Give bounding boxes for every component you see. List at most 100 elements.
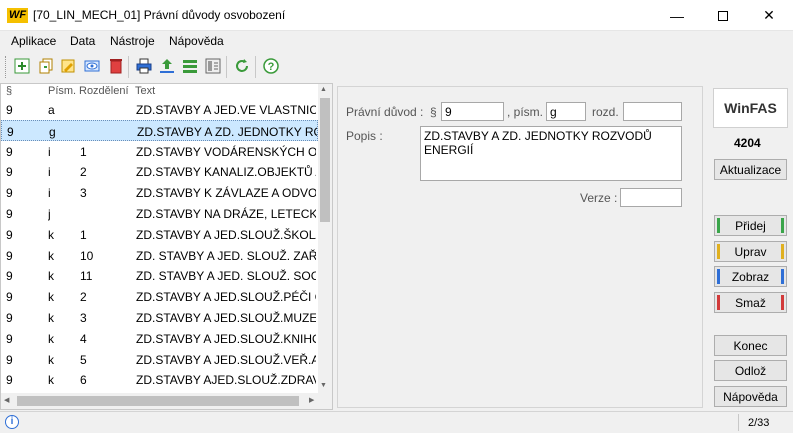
table-row[interactable]: 9 i 1 ZD.STAVBY VODÁRENSKÝCH OBJEKT — [1, 141, 318, 162]
cell-rozdeleni: 2 — [80, 290, 87, 305]
table-row[interactable]: 9 k 5 ZD.STAVBY A JED.SLOUŽ.VEŘ.ARCHI — [1, 349, 318, 370]
uprav-label: Uprav — [734, 244, 767, 259]
smaz-button[interactable]: Smaž — [714, 292, 787, 313]
menu-napoveda[interactable]: Nápověda — [169, 34, 224, 48]
toolbar-separator — [128, 56, 129, 78]
verze-field[interactable] — [620, 188, 682, 207]
table-row[interactable]: 9 k 4 ZD.STAVBY A JED.SLOUŽ.KNIHOVNÁ — [1, 328, 318, 349]
column-header-text[interactable]: Text — [135, 84, 155, 99]
cell-rozdeleni: 1 — [80, 227, 87, 242]
table-row[interactable]: 9 j ZD.STAVBY NA DRÁZE, LETECKÉ, VO — [1, 203, 318, 224]
cell-paragraph: 9 — [6, 352, 13, 367]
rozd-label: rozd. — [592, 105, 619, 119]
column-header-paragraph[interactable]: § — [6, 84, 12, 99]
paragraph-sign-label: § — [430, 105, 437, 119]
aktualizace-button[interactable]: Aktualizace — [714, 159, 787, 180]
table-row[interactable]: 9 i 2 ZD.STAVBY KANALIZ.OBJEKTŮ A ČIS — [1, 161, 318, 182]
print-icon[interactable] — [134, 56, 154, 76]
column-header-rozdeleni[interactable]: Rozdělení — [79, 84, 129, 99]
column-header-pism[interactable]: Písm. — [48, 84, 76, 99]
toolbar-separator — [226, 56, 227, 78]
cell-pism: k — [48, 311, 54, 325]
cell-paragraph: 9 — [6, 227, 13, 242]
scroll-up-icon[interactable]: ▲ — [320, 86, 327, 93]
scroll-left-icon[interactable]: ◀ — [4, 396, 9, 404]
cell-rozdeleni: 5 — [80, 352, 87, 367]
view-icon[interactable] — [82, 56, 102, 76]
odloz-button[interactable]: Odlož — [714, 360, 787, 381]
rozd-field[interactable] — [623, 102, 682, 121]
popis-label: Popis : — [346, 129, 383, 143]
smaz-color-bar — [717, 295, 720, 310]
cell-text: ZD.STAVBY VODÁRENSKÝCH OBJEKT — [136, 144, 316, 159]
info-icon[interactable]: i — [5, 415, 19, 429]
uprav-color-bar — [781, 244, 784, 259]
odloz-label: Odlož — [734, 363, 767, 378]
refresh-icon[interactable] — [232, 56, 252, 76]
cell-text: ZD. STAVBY A JED. SLOUŽ. SOCIÁLN — [136, 269, 316, 284]
table-row[interactable]: 9 a ZD.STAVBY A JED.VE VLASTNICTVÍ Č — [1, 99, 318, 120]
cell-rozdeleni: 1 — [80, 144, 87, 159]
table-row[interactable]: 9 g ZD.STAVBY A ZD. JEDNOTKY ROZVOD — [1, 119, 318, 141]
menu-aplikace[interactable]: Aplikace — [11, 34, 56, 48]
table-row[interactable]: 9 k 3 ZD.STAVBY A JED.SLOUŽ.MUZEÍM A — [1, 307, 318, 328]
add-icon[interactable] — [12, 56, 32, 76]
delete-icon[interactable] — [106, 56, 126, 76]
table-row[interactable]: 9 k 10 ZD. STAVBY A JED. SLOUŽ. ZAŘÍZENÍ — [1, 245, 318, 266]
table-row[interactable]: 9 k 1 ZD.STAVBY A JED.SLOUŽ.ŠKOLÁM A — [1, 224, 318, 245]
toolbar-grip — [5, 56, 7, 78]
cell-paragraph: 9 — [6, 331, 13, 346]
close-icon: ✕ — [763, 7, 775, 23]
napoveda-button[interactable]: Nápověda — [714, 386, 787, 407]
record-position: 2/33 — [748, 417, 770, 429]
cell-pism: i — [48, 144, 51, 159]
uprav-button[interactable]: Uprav — [714, 241, 787, 262]
cell-text: ZD.STAVBY KANALIZ.OBJEKTŮ A ČIS — [136, 165, 316, 180]
paragraph-field[interactable]: 9 — [441, 102, 504, 121]
close-button[interactable]: ✕ — [746, 0, 792, 31]
menu-nastroje[interactable]: Nástroje — [110, 34, 155, 48]
zobraz-button[interactable]: Zobraz — [714, 266, 787, 287]
cell-pism: k — [48, 248, 54, 263]
maximize-button[interactable] — [700, 0, 746, 31]
konec-button[interactable]: Konec — [714, 335, 787, 356]
pridej-color-bar — [781, 218, 784, 233]
cell-rozdeleni: 2 — [80, 165, 87, 180]
scroll-right-icon[interactable]: ▶ — [309, 396, 314, 404]
smaz-color-bar — [781, 295, 784, 310]
pism-field[interactable]: g — [546, 102, 586, 121]
table-row[interactable]: 9 k 2 ZD.STAVBY A JED.SLOUŽ.PÉČI O DĚT — [1, 286, 318, 307]
form-icon[interactable] — [203, 56, 223, 76]
program-code: 4204 — [734, 136, 761, 150]
cell-paragraph: 9 — [7, 124, 14, 139]
table-row[interactable]: 9 k 6 ZD.STAVBY AJED.SLOUŽ.ZDRAVOT.ZA — [1, 369, 318, 390]
menu-data[interactable]: Data — [70, 34, 95, 48]
scroll-down-icon[interactable]: ▼ — [320, 382, 327, 389]
minimize-button[interactable]: — — [654, 0, 700, 31]
window-title: [70_LIN_MECH_01] Právní důvody osvobozen… — [33, 8, 286, 22]
pism-label: , písm. — [507, 105, 544, 119]
table-row[interactable]: 9 k 11 ZD. STAVBY A JED. SLOUŽ. SOCIÁLN — [1, 265, 318, 286]
cell-pism: k — [48, 269, 54, 284]
copy-icon[interactable] — [36, 56, 56, 76]
cell-pism: j — [48, 207, 51, 221]
pridej-button[interactable]: Přidej — [714, 215, 787, 236]
popis-field[interactable]: ZD.STAVBY A ZD. JEDNOTKY ROZVODŮ ENERGIÍ — [420, 126, 682, 181]
help-icon[interactable]: ? — [261, 56, 281, 76]
table-row[interactable]: 9 i 3 ZD.STAVBY K ZÁVLAZE A ODVODŇO — [1, 182, 318, 203]
cell-text: ZD.STAVBY A JED.SLOUŽ.ŠKOLÁM A — [136, 227, 316, 242]
export-icon[interactable] — [157, 56, 177, 76]
cell-rozdeleni: 3 — [80, 311, 87, 325]
vertical-scroll-thumb[interactable] — [320, 98, 330, 222]
cell-pism: g — [49, 124, 56, 139]
zobraz-label: Zobraz — [731, 269, 770, 284]
cell-rozdeleni: 6 — [80, 373, 87, 388]
cell-text: ZD.STAVBY A JED.SLOUŽ.MUZEÍM A — [136, 311, 316, 325]
list-icon[interactable] — [180, 56, 200, 76]
winfas-logo: WinFAS — [713, 88, 788, 128]
zobraz-color-bar — [781, 269, 784, 284]
cell-pism: k — [48, 373, 54, 388]
horizontal-scroll-thumb[interactable] — [17, 396, 299, 406]
edit-icon[interactable] — [58, 56, 78, 76]
cell-paragraph: 9 — [6, 207, 13, 221]
